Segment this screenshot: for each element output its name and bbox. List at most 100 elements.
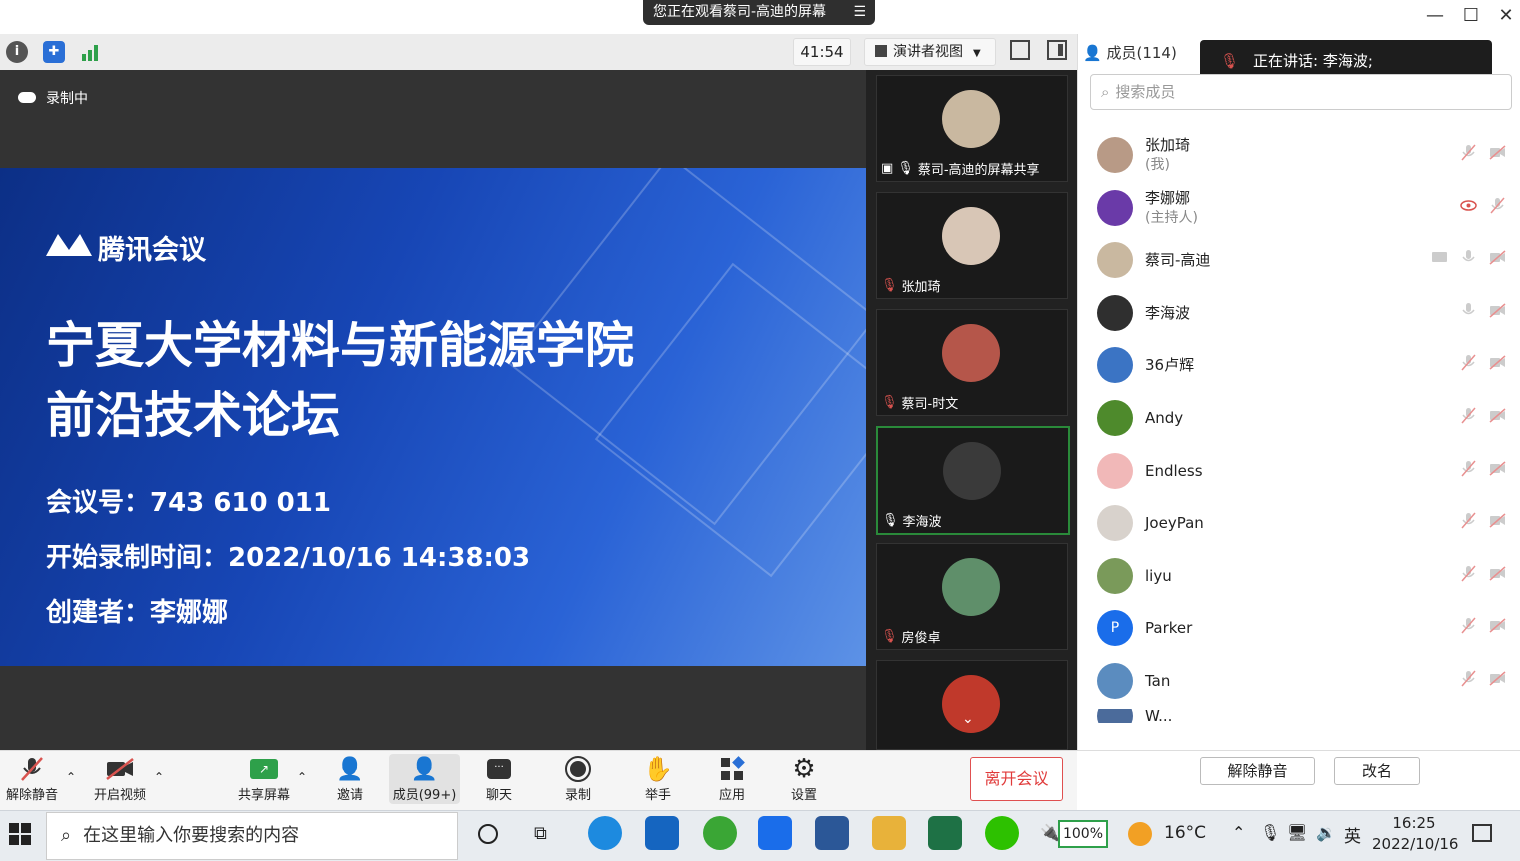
file-explorer-icon[interactable] [872, 816, 906, 850]
close-icon[interactable]: ✕ [1492, 4, 1520, 28]
member-name: Endless [1145, 461, 1203, 481]
mic-muted-icon[interactable] [1460, 144, 1477, 161]
tray-chevron-up-icon[interactable]: ⌃ [1232, 823, 1245, 842]
menu-icon[interactable]: ☰ [843, 0, 866, 25]
video-tile[interactable]: 🎙 张加琦 [876, 192, 1068, 299]
video-off-icon[interactable] [1489, 354, 1506, 371]
member-row[interactable]: W... [1097, 708, 1512, 723]
start-video-button[interactable]: 开启视频 [92, 754, 148, 804]
cortana-icon[interactable] [478, 824, 498, 844]
unmute-all-button[interactable]: 解除静音 [1200, 757, 1315, 785]
raise-hand-button[interactable]: ✋ 举手 [638, 754, 678, 804]
taskbar-clock[interactable]: 16:25 2022/10/16 [1372, 813, 1458, 855]
eye-icon[interactable] [1460, 197, 1477, 214]
member-row[interactable]: Andy [1097, 393, 1512, 443]
member-row[interactable]: JoeyPan [1097, 498, 1512, 548]
video-off-icon [106, 758, 134, 780]
scroll-down-icon[interactable]: ⌄ [962, 711, 974, 727]
chat-button[interactable]: ··· 聊天 [479, 754, 519, 804]
unmute-button[interactable]: 解除静音 [4, 754, 60, 804]
wechat-icon[interactable] [985, 816, 1019, 850]
chevron-up-icon[interactable]: ⌃ [154, 770, 164, 784]
member-name-text: 李娜娜 [1145, 188, 1191, 207]
video-tile[interactable]: ⌄ [876, 660, 1068, 750]
microphone-icon[interactable] [1460, 302, 1477, 319]
video-off-icon[interactable] [1489, 249, 1506, 266]
member-row[interactable]: P Parker [1097, 603, 1512, 653]
tencent-meeting-taskbar-icon[interactable] [758, 816, 792, 850]
member-row[interactable]: liyu [1097, 551, 1512, 601]
screen-share-icon[interactable] [1431, 249, 1448, 266]
notification-icon[interactable] [1472, 824, 1492, 842]
ime-indicator[interactable]: 英 [1344, 822, 1361, 847]
member-row[interactable]: 蔡司-高迪 [1097, 235, 1512, 285]
member-row[interactable]: 李娜娜 (主持人) [1097, 183, 1512, 233]
member-role: (主持人) [1145, 209, 1198, 226]
word-icon[interactable] [815, 816, 849, 850]
record-button[interactable]: 录制 [558, 754, 598, 804]
maximize-icon[interactable]: ☐ [1457, 4, 1485, 28]
sidebar-toggle-icon[interactable] [1047, 40, 1067, 60]
mic-muted-icon[interactable] [1460, 354, 1477, 371]
volume-icon[interactable]: 🔉 [1316, 823, 1336, 842]
microphone-icon[interactable] [1460, 249, 1477, 266]
mic-muted-icon[interactable] [1460, 617, 1477, 634]
lenovo-icon[interactable] [645, 816, 679, 850]
taskbar-search-input[interactable]: ⌕ 在这里输入你要搜索的内容 [46, 812, 458, 860]
mic-muted-icon[interactable] [1460, 460, 1477, 477]
windows-start-icon[interactable] [9, 823, 31, 849]
battery-indicator[interactable]: 100% [1058, 820, 1108, 848]
video-off-icon[interactable] [1489, 512, 1506, 529]
members-button[interactable]: 👤 成员(99+) [389, 754, 460, 804]
member-name-text: Endless [1145, 461, 1203, 480]
member-row[interactable]: Tan [1097, 656, 1512, 706]
video-off-icon[interactable] [1489, 302, 1506, 319]
rename-button[interactable]: 改名 [1334, 757, 1420, 785]
fullscreen-icon[interactable] [1010, 40, 1030, 60]
info-icon[interactable]: i [6, 41, 28, 63]
leave-meeting-button[interactable]: 离开会议 [970, 757, 1063, 801]
signal-icon[interactable] [81, 42, 101, 62]
video-off-icon[interactable] [1489, 670, 1506, 687]
edge-icon[interactable] [588, 816, 622, 850]
task-view-icon[interactable]: ⧉ [534, 823, 547, 844]
video-tile[interactable]: ▣ 🎙 蔡司-高迪的屏幕共享 [876, 75, 1068, 182]
minimize-icon[interactable]: — [1421, 4, 1449, 28]
video-off-icon[interactable] [1489, 617, 1506, 634]
video-tile-active-speaker[interactable]: 🎙 李海波 [876, 426, 1070, 535]
member-row[interactable]: 36卢辉 [1097, 340, 1512, 390]
network-icon[interactable]: 🖥 [1287, 823, 1307, 842]
invite-button[interactable]: 👤 邀请 [330, 754, 370, 804]
mic-muted-icon[interactable] [1489, 197, 1506, 214]
security-shield-icon[interactable]: ✚ [43, 41, 65, 63]
members-tab[interactable]: 👤 成员(114) [1083, 42, 1177, 63]
microphone-tray-icon[interactable]: 🎙 [1260, 823, 1280, 842]
browser-icon[interactable] [703, 816, 737, 850]
video-off-icon[interactable] [1489, 565, 1506, 582]
chevron-up-icon[interactable]: ⌃ [66, 770, 76, 784]
share-screen-button[interactable]: ↗ 共享屏幕 [236, 754, 292, 804]
mic-muted-icon[interactable] [1460, 670, 1477, 687]
view-mode-dropdown[interactable]: 演讲者视图 ▼ [864, 38, 996, 66]
settings-button[interactable]: ⚙ 设置 [784, 754, 824, 804]
apps-button[interactable]: 应用 [712, 754, 752, 804]
mic-muted-icon[interactable] [1460, 407, 1477, 424]
screen-share-banner-text: 您正在观看蔡司-高迪的屏幕 [653, 4, 827, 20]
mic-muted-icon[interactable] [1460, 565, 1477, 582]
mic-muted-icon[interactable] [1460, 512, 1477, 529]
meeting-timer: 41:54 [793, 38, 851, 66]
video-off-icon[interactable] [1489, 144, 1506, 161]
chevron-up-icon[interactable]: ⌃ [297, 770, 307, 784]
member-row[interactable]: Endless [1097, 446, 1512, 496]
search-icon: ⌕ [61, 825, 72, 846]
video-off-icon[interactable] [1489, 460, 1506, 477]
video-tile[interactable]: 🎙 房俊卓 [876, 543, 1068, 650]
member-row[interactable]: 李海波 [1097, 288, 1512, 338]
member-row[interactable]: 张加琦 (我) [1097, 130, 1512, 180]
member-search-input[interactable]: ⌕ 搜索成员 [1090, 74, 1512, 110]
excel-icon[interactable] [928, 816, 962, 850]
video-off-icon[interactable] [1489, 407, 1506, 424]
video-tile[interactable]: 🎙 蔡司-时文 [876, 309, 1068, 416]
weather-temperature[interactable]: 16°C [1164, 823, 1206, 843]
screen-share-banner[interactable]: 您正在观看蔡司-高迪的屏幕 ☰ [643, 0, 875, 25]
